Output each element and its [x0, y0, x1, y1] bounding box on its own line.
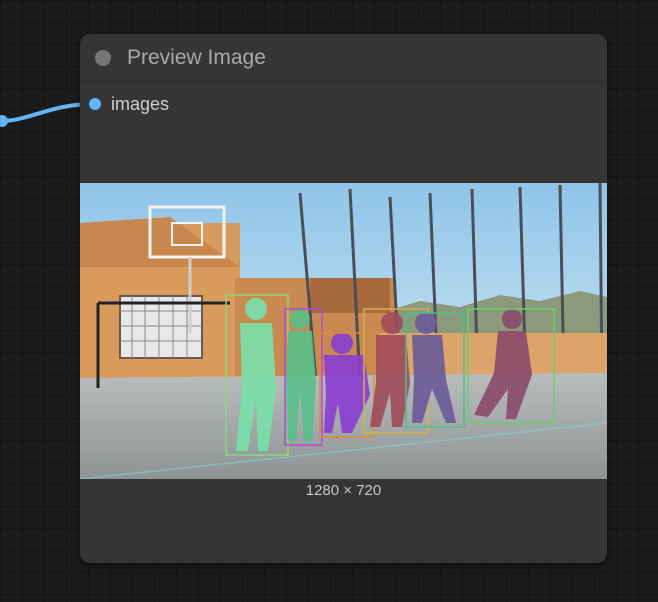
input-slot-dot[interactable]	[89, 98, 101, 110]
preview-image[interactable]	[80, 183, 607, 479]
collapse-toggle[interactable]	[95, 50, 111, 66]
node-title: Preview Image	[127, 46, 266, 69]
preview-image-canvas	[80, 183, 607, 479]
image-resolution: 1280 × 720	[305, 482, 382, 499]
preview-image-node[interactable]: Preview Image images 1280 × 720	[80, 34, 607, 563]
input-slot-label: images	[111, 94, 170, 114]
input-slot-images[interactable]: images	[80, 92, 280, 116]
node-header[interactable]: Preview Image	[80, 34, 607, 82]
